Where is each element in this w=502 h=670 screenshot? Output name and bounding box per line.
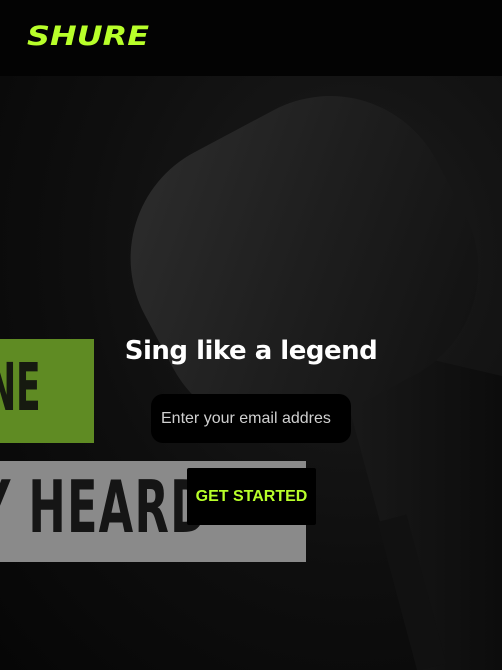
shure-logo[interactable]: SHURE xyxy=(26,20,152,50)
get-started-button[interactable]: GET STARTED xyxy=(187,468,316,525)
hero-section: NE Y HEARD Sing like a legend GET STARTE… xyxy=(0,76,502,670)
hero-headline: Sing like a legend xyxy=(124,336,378,366)
background-sign-grey-text: Y HEARD xyxy=(0,465,209,549)
brand-logotype: SHURE xyxy=(27,21,150,50)
email-input[interactable] xyxy=(151,394,351,443)
page: SHURE E Y HEARD Sing like a legend Enter… xyxy=(0,0,502,670)
top-bar: SHURE xyxy=(0,0,502,76)
